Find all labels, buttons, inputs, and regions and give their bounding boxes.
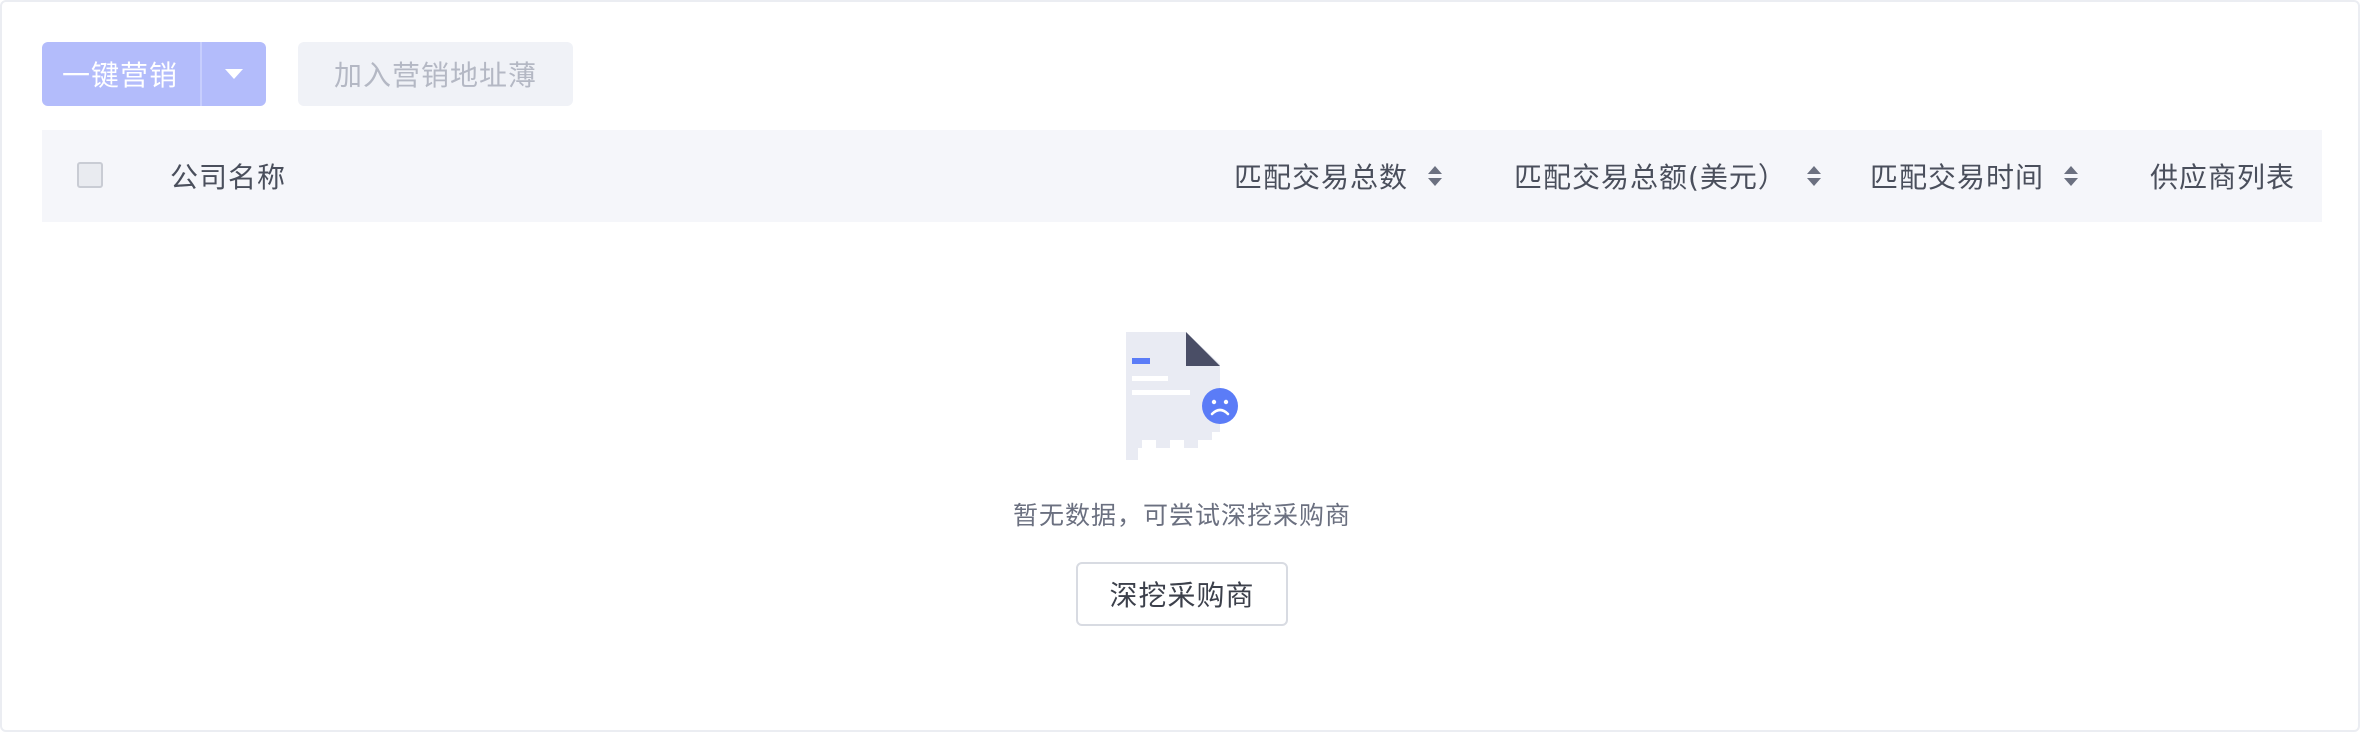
column-match-amount-label: 匹配交易总额(美元）	[1514, 161, 1787, 194]
sort-icon[interactable]	[1806, 166, 1821, 186]
column-match-amount[interactable]: 匹配交易总额(美元）	[1514, 130, 1821, 222]
column-match-time[interactable]: 匹配交易时间	[1870, 130, 2079, 222]
toolbar: 一键营销 加入营销地址薄	[42, 42, 574, 106]
table-header: 公司名称 匹配交易总数 匹配交易总额(美元） 匹配交易时间 供应商列表	[42, 130, 2322, 222]
column-supplier-list: 供应商列表	[2150, 130, 2295, 222]
empty-document-sad-icon	[1126, 332, 1238, 460]
add-to-address-book-button[interactable]: 加入营销地址薄	[298, 42, 574, 106]
column-match-time-label: 匹配交易时间	[1870, 161, 2045, 194]
one-click-marketing-split-button: 一键营销	[42, 42, 267, 106]
panel-frame: 一键营销 加入营销地址薄 公司名称 匹配交易总数 匹配交易总额(美元） 匹配交易…	[0, 0, 2360, 732]
column-match-count-label: 匹配交易总数	[1234, 161, 1409, 194]
caret-down-icon	[225, 69, 244, 79]
column-match-count[interactable]: 匹配交易总数	[1234, 130, 1443, 222]
empty-state-message: 暂无数据，可尝试深挖采购商	[1012, 501, 1351, 530]
sort-icon[interactable]	[1428, 166, 1443, 186]
sort-icon[interactable]	[2064, 166, 2079, 186]
column-company-name: 公司名称	[170, 130, 286, 222]
column-supplier-list-label: 供应商列表	[2150, 161, 2296, 194]
marketing-dropdown-toggle[interactable]	[202, 42, 266, 106]
dig-buyers-button[interactable]: 深挖采购商	[1076, 562, 1288, 626]
one-click-marketing-button[interactable]: 一键营销	[42, 42, 200, 106]
column-company-name-label: 公司名称	[170, 161, 287, 194]
select-all-checkbox[interactable]	[77, 162, 103, 188]
